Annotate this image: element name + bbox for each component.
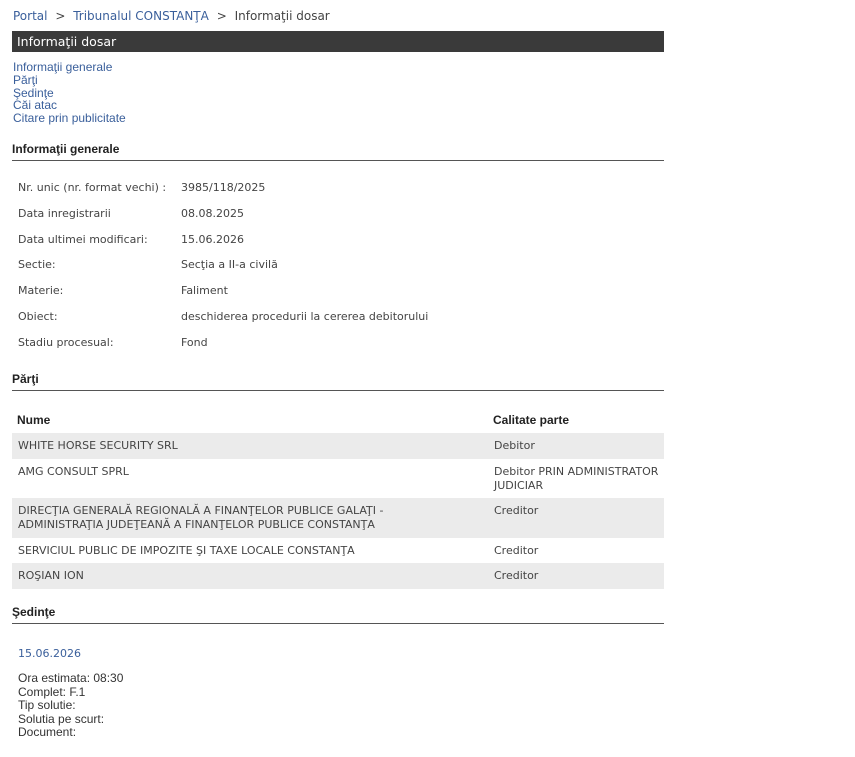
info-value: deschiderea procedurii la cererea debito… [181, 309, 429, 323]
party-name: ROŞIAN ION [18, 569, 84, 582]
sedinta-document: Document: [18, 725, 77, 740]
breadcrumb-separator: > [216, 9, 227, 23]
page-title: Informaţii dosar [12, 31, 664, 52]
party-name: WHITE HORSE SECURITY SRL [18, 439, 178, 452]
sedinta-tip-solutie: Tip solutie: [18, 698, 76, 713]
info-label: Sectie: [18, 258, 56, 272]
sedinta-date: 15.06.2026 [18, 647, 81, 660]
info-label: Stadiu procesual: [18, 335, 114, 349]
sedinta-solutia-pe-scurt: Solutia pe scurt: [18, 711, 105, 726]
column-header-calitate-parte: Calitate parte [493, 413, 570, 427]
breadcrumb-current: Informaţii dosar [234, 9, 330, 23]
breadcrumb-portal-link[interactable]: Portal [13, 9, 47, 23]
column-header-nume: Nume [17, 413, 51, 427]
nav-link-citare-prin-publicitate[interactable]: Citare prin publicitate [13, 112, 126, 125]
party-role: Debitor PRIN ADMINISTRATOR JUDICIAR [494, 465, 659, 492]
info-label: Nr. unic (nr. format vechi) : [18, 181, 167, 194]
breadcrumb-separator: > [55, 9, 66, 23]
info-value: Fond [181, 335, 208, 349]
party-role: Debitor [494, 439, 535, 452]
breadcrumb-court-link[interactable]: Tribunalul CONSTANŢA [73, 9, 209, 23]
table-row: SERVICIUL PUBLIC DE IMPOZITE ŞI TAXE LOC… [12, 538, 664, 563]
sedinta-ora-estimata: Ora estimata: 08:30 [18, 671, 124, 685]
info-value: 08.08.2025 [181, 206, 244, 220]
party-name: SERVICIUL PUBLIC DE IMPOZITE ŞI TAXE LOC… [18, 544, 355, 557]
nav-link-parti[interactable]: Părţi [13, 73, 126, 87]
table-row: AMG CONSULT SPRL Debitor PRIN ADMINISTRA… [12, 459, 664, 498]
section-nav: Informaţii generale Părţi Şedinţe Căi at… [13, 61, 126, 125]
section-heading-sedinte: Şedinţe [12, 605, 664, 624]
sedinta-complet: Complet: F.1 [18, 684, 86, 699]
parti-table-header: Nume Calitate parte [12, 409, 664, 431]
info-label: Materie: [18, 284, 64, 298]
info-label: Data inregistrarii [18, 206, 111, 220]
nav-link-informatii-generale[interactable]: Informaţii generale [13, 61, 126, 74]
info-label: Data ultimei modificari: [18, 232, 148, 246]
sedinta-details: Ora estimata: 08:30 Complet: F.1 Tip sol… [18, 671, 124, 740]
breadcrumb: Portal > Tribunalul CONSTANŢA > Informaţ… [13, 9, 330, 23]
party-role: Creditor [494, 504, 539, 517]
table-row: DIRECŢIA GENERALĂ REGIONALĂ A FINANŢELOR… [12, 498, 664, 538]
section-heading-parti: Părţi [12, 372, 664, 391]
info-value: 15.06.2026 [181, 232, 244, 246]
party-role: Creditor [494, 544, 539, 557]
info-label: Obiect: [18, 309, 58, 323]
section-heading-informatii-generale: Informaţii generale [12, 142, 664, 161]
info-value: Faliment [181, 284, 228, 298]
info-value: Secţia a II-a civilă [181, 258, 278, 272]
table-row: WHITE HORSE SECURITY SRL Debitor [12, 433, 664, 459]
party-name: AMG CONSULT SPRL [18, 465, 129, 478]
info-value: 3985/118/2025 [181, 181, 266, 194]
party-role: Creditor [494, 569, 539, 582]
table-row: ROŞIAN ION Creditor [12, 563, 664, 589]
party-name: DIRECŢIA GENERALĂ REGIONALĂ A FINANŢELOR… [18, 504, 384, 531]
